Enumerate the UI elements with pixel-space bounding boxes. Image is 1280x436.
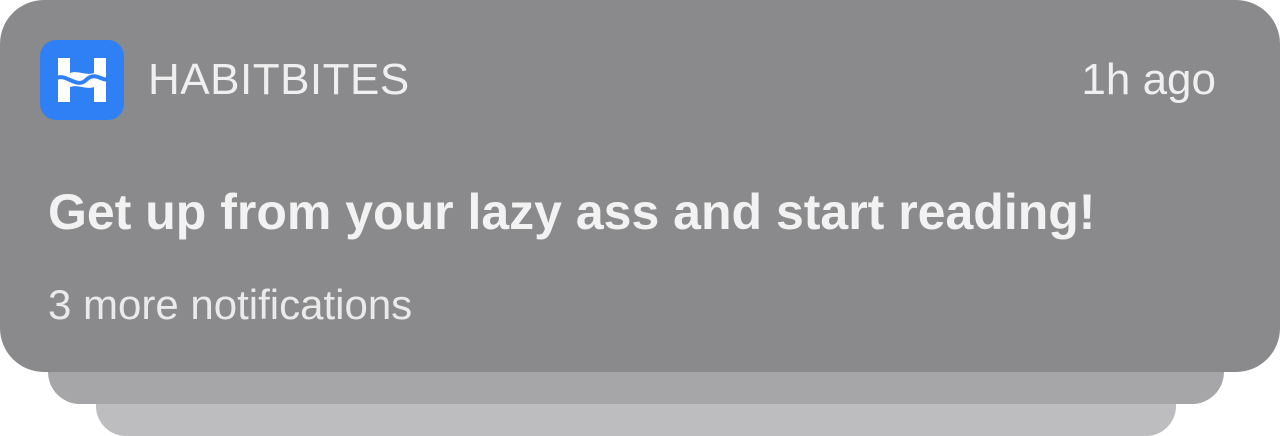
habitbites-logo-glyph [52, 58, 112, 102]
more-notifications-label[interactable]: 3 more notifications [48, 280, 412, 330]
notification-card[interactable]: HABITBITES 1h ago Get up from your lazy … [0, 0, 1280, 372]
notification-message: Get up from your lazy ass and start read… [48, 184, 1096, 240]
app-name: HABITBITES [148, 55, 410, 104]
notification-stack[interactable]: HABITBITES 1h ago Get up from your lazy … [0, 0, 1280, 436]
habitbites-logo-icon [40, 40, 124, 120]
notification-time: 1h ago [1081, 55, 1216, 104]
